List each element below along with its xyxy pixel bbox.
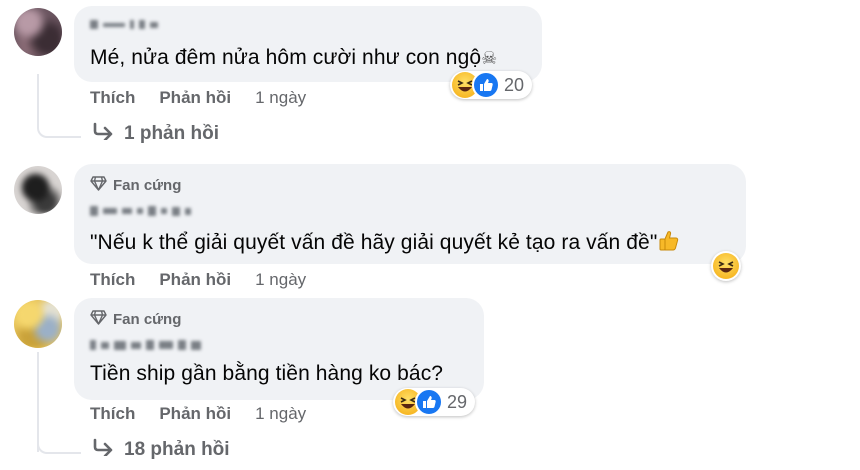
replies-count-label: 1 phản hồi <box>124 123 219 144</box>
top-fan-badge[interactable]: Fan cứng <box>90 310 181 329</box>
timestamp[interactable]: 1 ngày <box>255 270 306 290</box>
author-name[interactable] <box>90 206 191 216</box>
reactions-summary[interactable]: 29 <box>393 388 476 416</box>
author-name[interactable] <box>90 20 158 29</box>
avatar[interactable] <box>14 166 62 214</box>
like-button[interactable]: Thích <box>90 270 135 290</box>
reactions-count: 29 <box>447 391 468 412</box>
like-button[interactable]: Thích <box>90 404 135 424</box>
reactions-count: 20 <box>504 74 525 95</box>
reactions-summary[interactable]: 20 <box>450 71 533 99</box>
reply-button[interactable]: Phản hồi <box>159 404 231 424</box>
timestamp[interactable]: 1 ngày <box>255 404 306 424</box>
thread-line <box>37 74 81 138</box>
reply-button[interactable]: Phản hồi <box>159 270 231 290</box>
haha-reaction-icon <box>713 253 739 279</box>
top-fan-badge[interactable]: Fan cứng <box>90 176 181 195</box>
avatar[interactable] <box>14 8 62 56</box>
comment-text: "Nếu k thể giải quyết vấn đề hãy giải qu… <box>90 230 679 258</box>
like-button[interactable]: Thích <box>90 88 135 108</box>
timestamp[interactable]: 1 ngày <box>255 88 306 108</box>
comment-bubble: Fan cứng Tiền ship gần bằng tiền hàng ko… <box>74 298 484 400</box>
thread-line <box>37 400 81 454</box>
reply-button[interactable]: Phản hồi <box>159 88 231 108</box>
reply-arrow-icon <box>92 122 114 146</box>
like-reaction-icon <box>472 71 500 99</box>
avatar[interactable] <box>14 300 62 348</box>
comment-bubble: Fan cứng "Nếu k thể giải quyết vấn đề hã… <box>74 164 746 264</box>
skull-icon: ☠ <box>481 48 498 69</box>
like-reaction-icon <box>415 388 443 416</box>
reply-arrow-icon <box>92 438 114 462</box>
comment-actions: Thích Phản hồi 1 ngày <box>90 270 306 290</box>
diamond-icon <box>90 176 107 195</box>
reactions-summary[interactable] <box>711 251 741 281</box>
author-name[interactable] <box>90 340 201 350</box>
comment-text: Mé, nửa đêm nửa hôm cười như con ngộ☠ <box>90 46 498 69</box>
diamond-icon <box>90 310 107 329</box>
comment-actions: Thích Phản hồi 1 ngày <box>90 404 306 424</box>
view-replies-link[interactable]: 1 phản hồi <box>92 122 219 146</box>
comment-actions: Thích Phản hồi 1 ngày <box>90 88 306 108</box>
comment-text: Tiền ship gần bằng tiền hàng ko bác? <box>90 362 444 385</box>
view-replies-link[interactable]: 18 phản hồi <box>92 438 230 462</box>
thumbs-up-emoji-icon <box>659 230 679 258</box>
replies-count-label: 18 phản hồi <box>124 439 230 460</box>
